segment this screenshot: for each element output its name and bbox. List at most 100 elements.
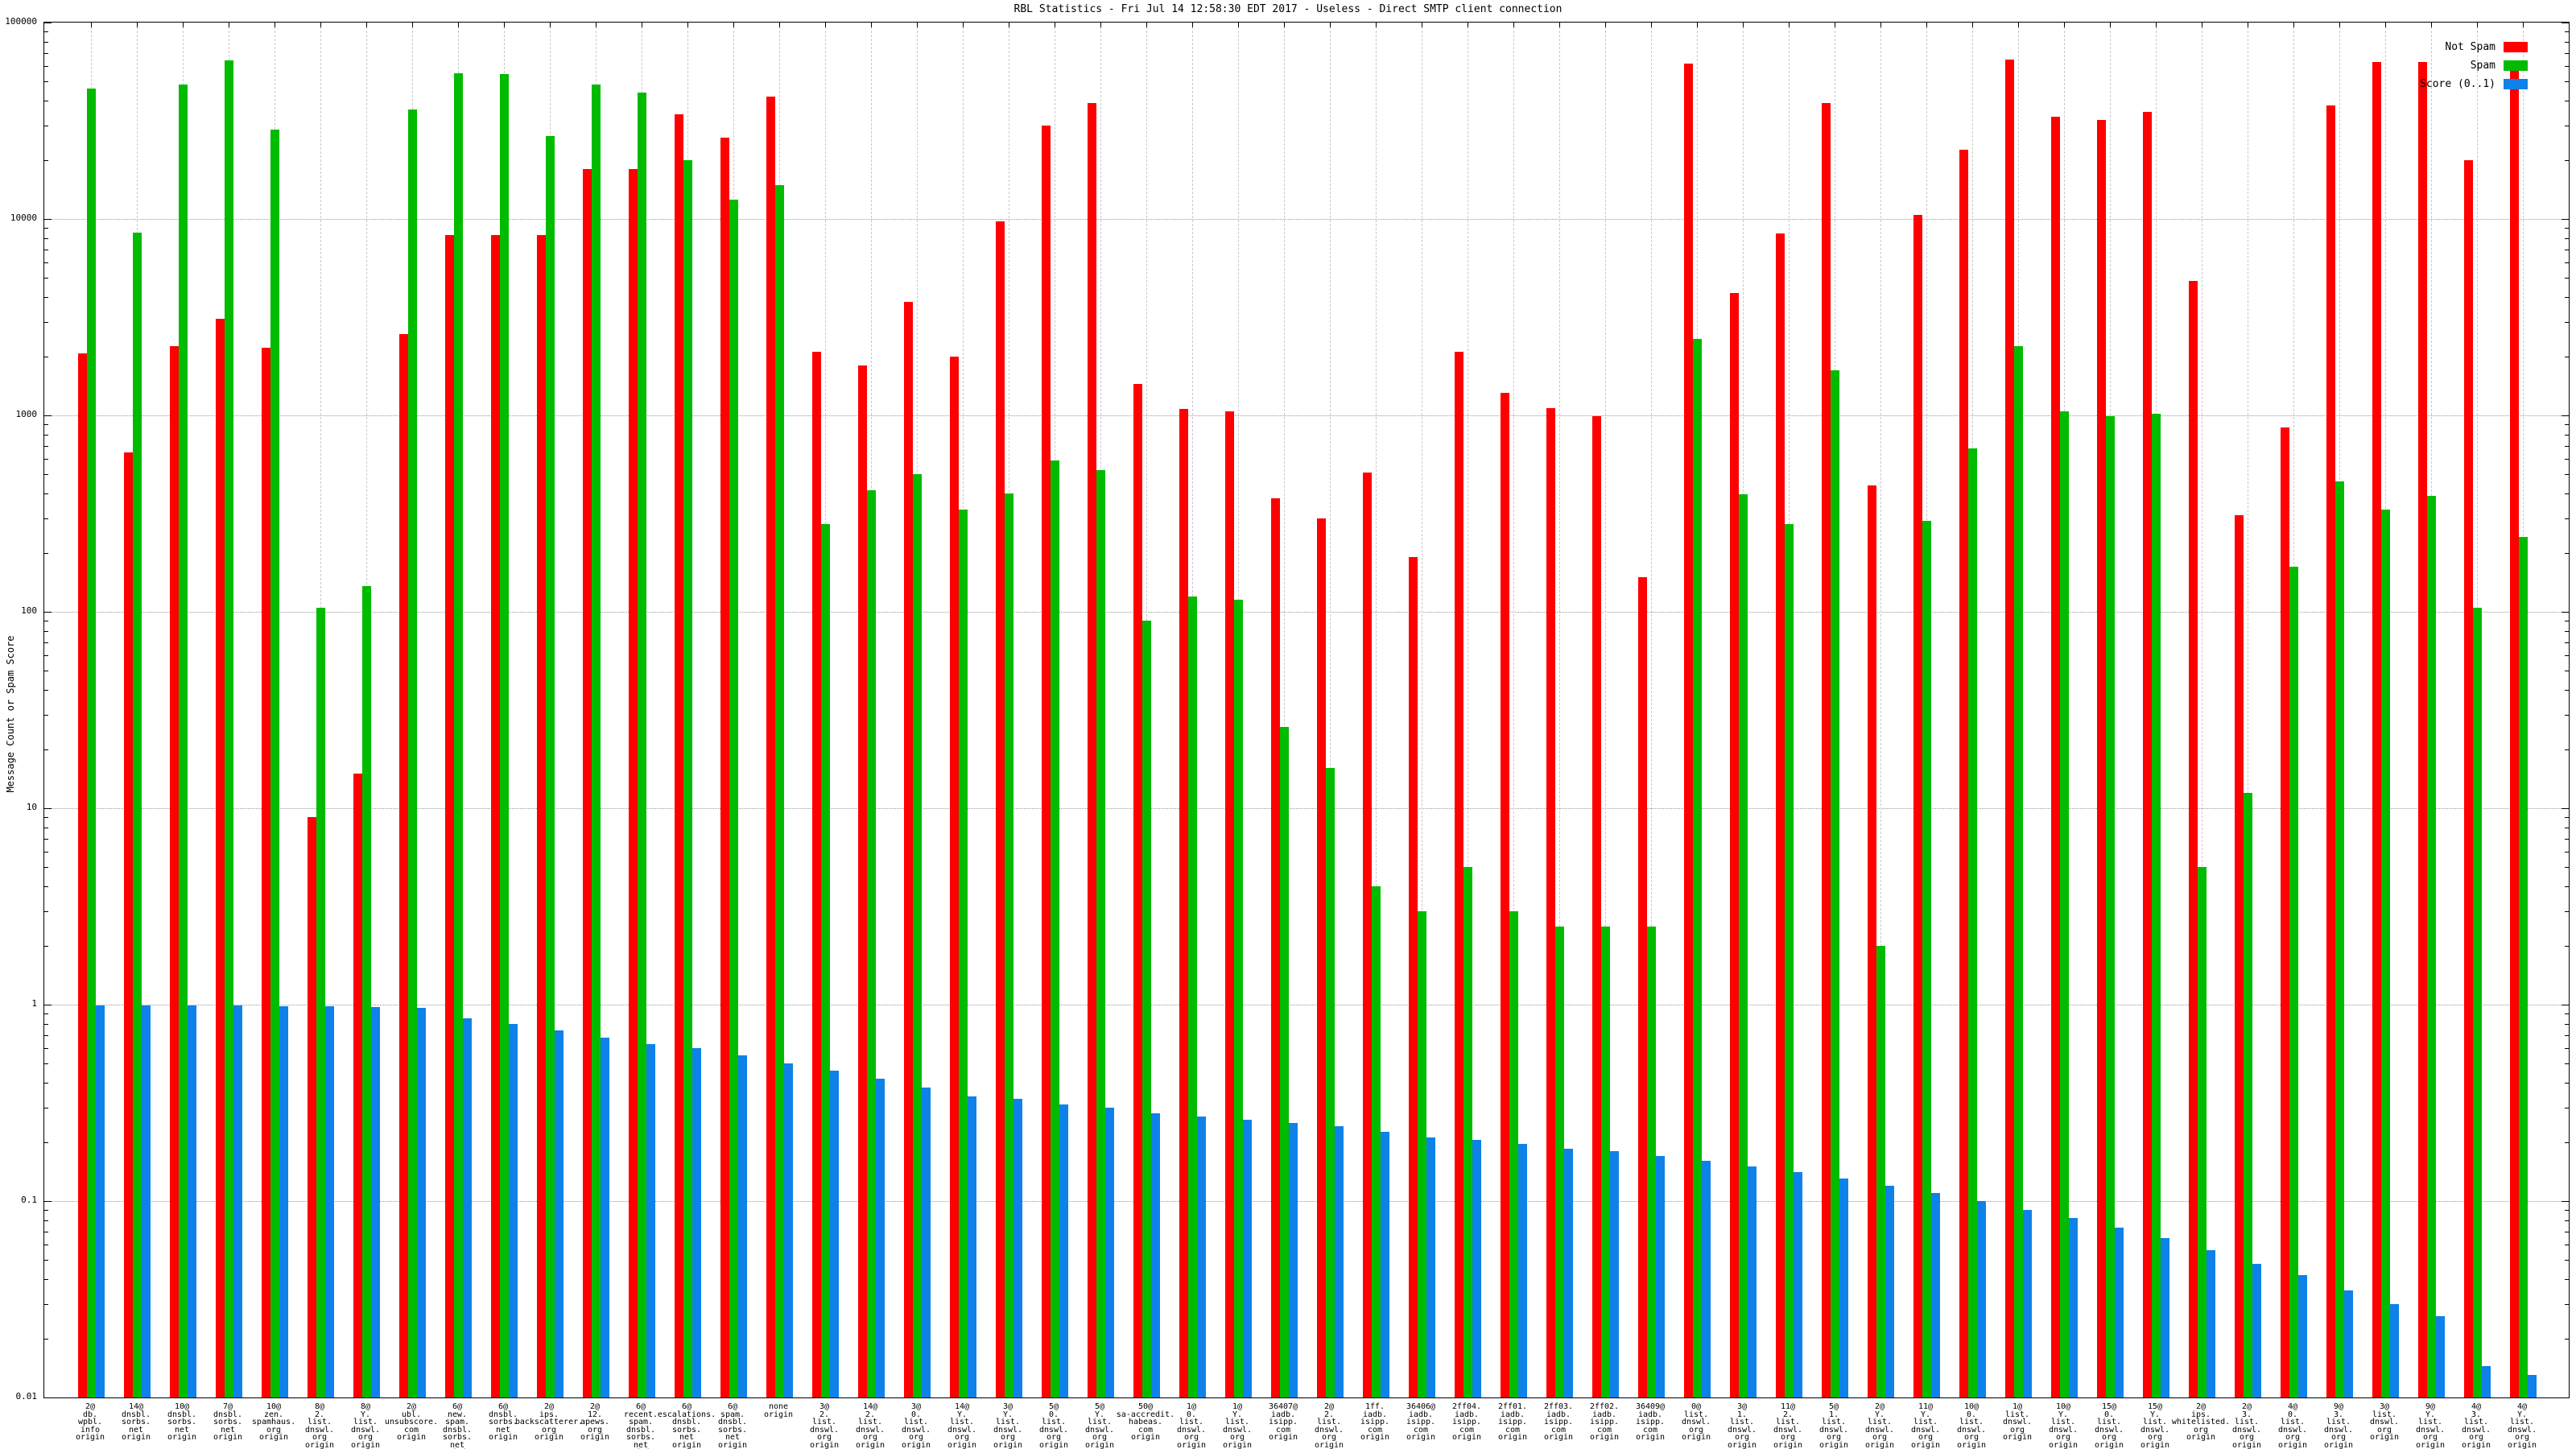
- legend-row-not-spam: Not Spam: [2420, 41, 2528, 53]
- rbl-statistics-chart: RBL Statistics - Fri Jul 14 12:58:30 EDT…: [0, 0, 2576, 1449]
- y-minor-tick: [44, 474, 48, 476]
- y-minor-tick: [44, 655, 48, 657]
- bar-score: [2390, 1303, 2399, 1397]
- bar-score: [1794, 1172, 1802, 1397]
- bar-spam: [500, 74, 509, 1397]
- bar-score: [1977, 1201, 1986, 1397]
- y-minor-tick: [2565, 1083, 2569, 1084]
- y-minor-tick: [44, 749, 48, 750]
- y-minor-tick: [2565, 1260, 2569, 1261]
- bar-score: [463, 1018, 472, 1397]
- bar-spam: [1555, 926, 1564, 1397]
- bar-score: [279, 1006, 288, 1397]
- y-minor-tick: [44, 630, 48, 632]
- x-tick: [1880, 23, 1881, 27]
- y-minor-tick: [44, 262, 48, 264]
- bar-score: [2344, 1290, 2353, 1397]
- x-tick: [366, 23, 367, 27]
- bar-spam: [546, 135, 555, 1397]
- bar-spam: [133, 233, 142, 1397]
- y-minor-tick: [2565, 31, 2569, 33]
- bar-score: [830, 1071, 839, 1397]
- y-minor-tick: [2565, 886, 2569, 888]
- x-tick: [504, 23, 505, 27]
- y-minor-tick: [44, 1210, 48, 1212]
- y-major-tick: [2562, 612, 2569, 613]
- bar-not-spam: [1409, 556, 1418, 1397]
- bar-score: [142, 1005, 151, 1397]
- y-minor-tick: [2565, 749, 2569, 750]
- bar-spam: [1372, 886, 1381, 1397]
- y-minor-tick: [44, 321, 48, 323]
- bar-spam: [225, 60, 233, 1397]
- y-minor-tick: [2565, 690, 2569, 691]
- bar-not-spam: [1959, 150, 1968, 1397]
- bar-spam: [1142, 621, 1151, 1397]
- bar-not-spam: [537, 234, 546, 1397]
- bar-not-spam: [1913, 214, 1922, 1397]
- bar-score: [1656, 1155, 1665, 1397]
- y-minor-tick: [2565, 81, 2569, 83]
- y-major-tick: [2562, 808, 2569, 809]
- bar-score: [1931, 1192, 1940, 1397]
- bar-score: [1243, 1119, 1252, 1397]
- y-major-tick: [2562, 1201, 2569, 1202]
- y-minor-tick: [2565, 52, 2569, 54]
- x-tick: [320, 23, 321, 27]
- x-tick: [2064, 23, 2065, 27]
- bar-not-spam: [1225, 411, 1234, 1397]
- y-minor-tick: [44, 1034, 48, 1036]
- x-tick: [137, 23, 138, 27]
- y-minor-tick: [2565, 1279, 2569, 1281]
- x-tick: [1605, 23, 1606, 27]
- y-minor-tick: [2565, 1023, 2569, 1025]
- y-minor-tick: [2565, 237, 2569, 239]
- bar-spam: [87, 89, 96, 1397]
- x-tick: [871, 23, 872, 27]
- y-minor-tick: [44, 690, 48, 691]
- y-minor-tick: [2565, 459, 2569, 460]
- y-minor-tick: [44, 52, 48, 54]
- x-tick: [183, 23, 184, 27]
- x-tick: [687, 23, 688, 27]
- y-minor-tick: [44, 445, 48, 447]
- bar-not-spam: [78, 353, 87, 1397]
- bar-spam: [1005, 493, 1013, 1397]
- bar-score: [2161, 1237, 2169, 1397]
- bar-spam: [2152, 413, 2161, 1397]
- bar-score: [2528, 1375, 2537, 1397]
- y-minor-tick: [2565, 910, 2569, 912]
- y-minor-tick: [2565, 1338, 2569, 1340]
- y-tick-label: 0.01: [15, 1391, 38, 1402]
- bar-score: [1197, 1116, 1206, 1397]
- y-tick-label: 10000: [10, 213, 37, 223]
- bar-score: [96, 1005, 105, 1397]
- y-minor-tick: [44, 1023, 48, 1025]
- x-tick: [1146, 23, 1147, 27]
- bar-spam: [729, 199, 738, 1397]
- y-minor-tick: [44, 910, 48, 912]
- bar-spam: [362, 586, 371, 1397]
- bar-score: [1610, 1150, 1619, 1397]
- bar-not-spam: [675, 114, 683, 1397]
- y-minor-tick: [44, 297, 48, 299]
- bar-spam: [775, 185, 784, 1397]
- bar-score: [2436, 1315, 2445, 1397]
- bar-spam: [2473, 607, 2482, 1397]
- y-minor-tick: [2565, 228, 2569, 229]
- bar-not-spam: [308, 817, 316, 1397]
- bar-not-spam: [216, 319, 225, 1397]
- bar-score: [233, 1005, 242, 1397]
- y-minor-tick: [2565, 159, 2569, 161]
- bar-not-spam: [1592, 416, 1601, 1397]
- x-tick: [779, 23, 780, 27]
- y-minor-tick: [44, 237, 48, 239]
- y-minor-tick: [44, 31, 48, 33]
- x-tick: [2110, 23, 2111, 27]
- y-tick-label: 100000: [5, 16, 37, 27]
- bar-not-spam: [2235, 515, 2244, 1397]
- bar-score: [968, 1096, 976, 1397]
- y-minor-tick: [44, 493, 48, 495]
- bar-not-spam: [399, 333, 408, 1397]
- y-minor-tick: [44, 1220, 48, 1221]
